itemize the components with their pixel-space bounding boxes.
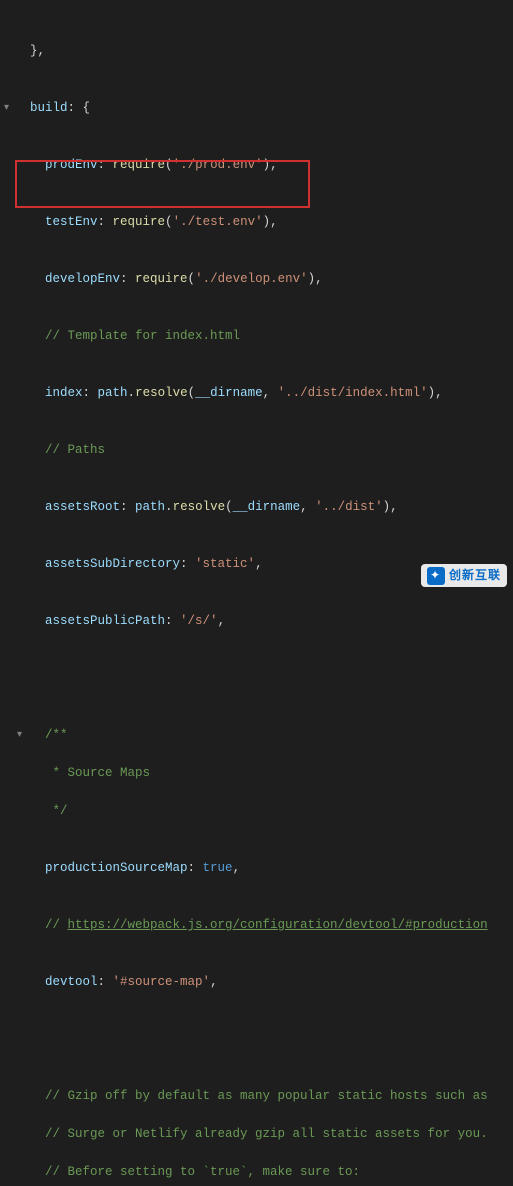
doc-link[interactable]: https://webpack.js.org/configuration/dev…: [68, 918, 488, 932]
code-comment: // Paths: [0, 441, 513, 460]
code-line: developEnv: require('./develop.env'),: [0, 270, 513, 289]
code-comment: // Gzip off by default as many popular s…: [0, 1087, 513, 1106]
code-line: assetsRoot: path.resolve(__dirname, '../…: [0, 498, 513, 517]
blank-line: [0, 1030, 513, 1049]
code-comment: ▾/**: [0, 726, 513, 745]
watermark-logo-icon: [427, 567, 445, 585]
fold-icon[interactable]: ▾: [4, 99, 9, 118]
code-comment: // Before setting to `true`, make sure t…: [0, 1163, 513, 1182]
fold-icon[interactable]: ▾: [17, 726, 22, 745]
code-line: devtool: '#source-map',: [0, 973, 513, 992]
code-editor[interactable]: }, ▾build: { prodEnv: require('./prod.en…: [0, 0, 513, 1186]
code-comment: // Template for index.html: [0, 327, 513, 346]
code-line: testEnv: require('./test.env'),: [0, 213, 513, 232]
code-line: index: path.resolve(__dirname, '../dist/…: [0, 384, 513, 403]
code-line: },: [0, 42, 513, 61]
code-comment: // https://webpack.js.org/configuration/…: [0, 916, 513, 935]
code-line: assetsPublicPath: '/s/',: [0, 612, 513, 631]
code-comment: // Surge or Netlify already gzip all sta…: [0, 1125, 513, 1144]
code-comment: */: [0, 802, 513, 821]
code-line: prodEnv: require('./prod.env'),: [0, 156, 513, 175]
watermark-text: 创新互联: [449, 566, 501, 585]
watermark: 创新互联: [421, 564, 507, 587]
code-line: productionSourceMap: true,: [0, 859, 513, 878]
blank-line: [0, 669, 513, 688]
code-line-build: ▾build: {: [0, 99, 513, 118]
code-comment: * Source Maps: [0, 764, 513, 783]
